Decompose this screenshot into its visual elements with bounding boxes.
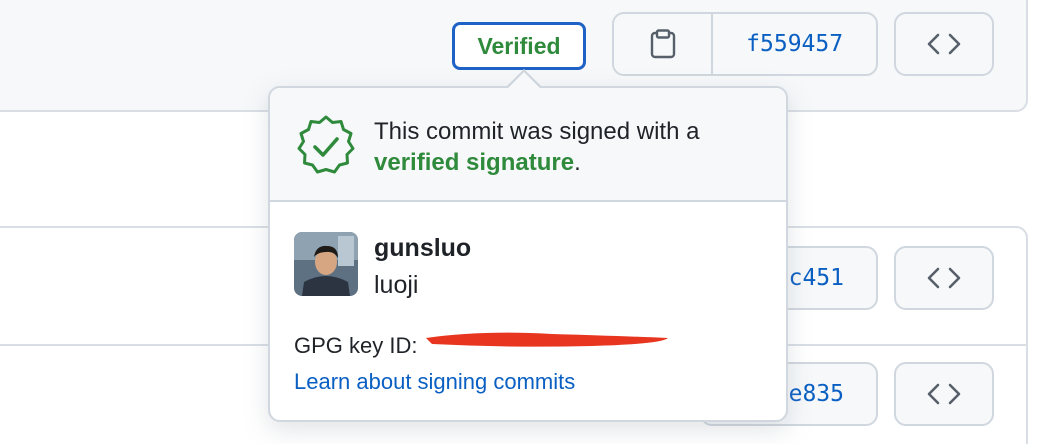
commit-sha: e835 [788, 381, 844, 407]
commit-actions-group: f559457 [612, 12, 878, 76]
avatar[interactable] [294, 232, 358, 296]
signature-popover: This commit was signed with a verified s… [268, 86, 788, 422]
code-icon [927, 383, 961, 405]
browse-code-button[interactable] [894, 362, 994, 426]
gpg-key-id: GPG key ID: [294, 333, 417, 359]
popover-header: This commit was signed with a verified s… [270, 88, 786, 202]
clipboard-icon [650, 29, 675, 59]
verified-badge[interactable]: Verified [452, 22, 586, 70]
copy-sha-button[interactable] [614, 14, 711, 74]
commit-sha: c451 [788, 265, 844, 291]
gpg-key-label: GPG key ID: [294, 333, 418, 358]
verified-badge-icon [297, 115, 355, 174]
signature-message-prefix: This commit was signed with a [374, 118, 700, 145]
signature-message: This commit was signed with a verified s… [374, 116, 774, 178]
avatar-photo [294, 232, 358, 296]
popover-caret-fill [508, 72, 540, 88]
browse-code-button[interactable] [894, 246, 994, 310]
signature-message-suffix: . [574, 149, 581, 176]
code-icon [927, 33, 961, 55]
verified-signature-text: verified signature [374, 149, 575, 176]
code-icon [927, 267, 961, 289]
learn-signing-link[interactable]: Learn about signing commits [294, 369, 575, 395]
signer-username[interactable]: gunsluo [374, 234, 471, 263]
signer-full-name: luoji [374, 271, 419, 299]
redaction-mark [426, 332, 668, 347]
commit-sha: f559457 [746, 31, 844, 57]
commit-sha-link[interactable]: f559457 [711, 14, 876, 74]
browse-code-button[interactable] [894, 12, 994, 76]
verified-badge-label: Verified [477, 32, 561, 59]
